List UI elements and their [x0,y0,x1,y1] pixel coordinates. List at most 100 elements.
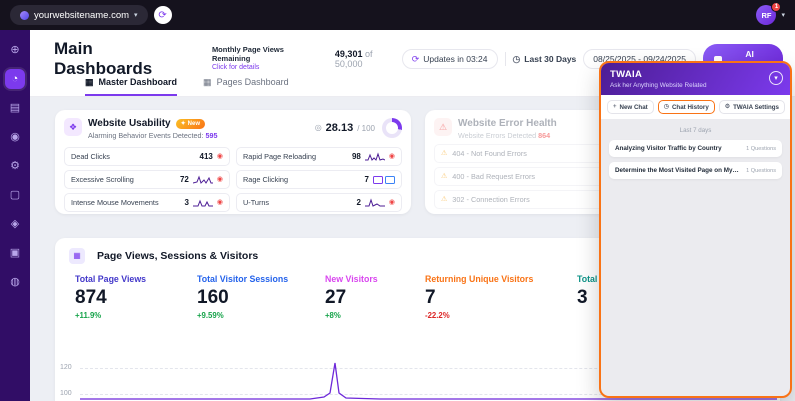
history-item-count: 1 Questions [746,168,776,174]
dashboard-tabs: ▦ Master Dashboard ▦ Pages Dashboard [85,77,289,96]
analytics-dashboard-app: yourwebsitename.com ▾ ⟳ RF 1 ▾ ⊕ ◔ ▤ ◉ ⚙… [0,0,795,401]
tab-label: New Chat [620,104,648,111]
history-period-label: Last 7 days [609,127,782,134]
metric-value: 98 [352,152,361,161]
chart-icon: ▦ [69,248,85,264]
tab-twaia-settings[interactable]: ⚙ TWAIA Settings [719,100,785,114]
stat-label: New Visitors [325,274,425,284]
usability-score: ◎ 28.13 / 100 [315,118,402,138]
session-record-icon[interactable]: ◉ [217,153,223,160]
gear-icon: ⚙ [725,104,730,110]
stat-change: +8% [325,311,425,320]
metric-label: Rapid Page Reloading [243,152,348,161]
topbar-right: RF 1 ▾ [756,5,785,25]
stat-total-visitor-sessions: Total Visitor Sessions 160 +9.59% [197,274,325,320]
stat-value: 27 [325,287,425,309]
stat-change: +11.9% [75,311,197,320]
tab-label: Master Dashboard [99,77,178,87]
sidebar-item-integrations[interactable]: ⚙ [5,156,25,176]
dashboard-tab-icon: ▦ [203,78,212,87]
usability-score-donut [382,118,402,138]
tab-label: Pages Dashboard [217,77,289,87]
usability-subtitle-text: Alarming Behavior Events Detected: [88,131,203,140]
metric-value: 413 [200,152,213,161]
assistant-tabs: + New Chat ◷ Chat History ⚙ TWAIA Settin… [601,95,790,119]
date-range-preset[interactable]: ◷ Last 30 Days [512,54,576,64]
plus-icon: + [613,104,617,110]
top-bar: yourwebsitename.com ▾ ⟳ RF 1 ▾ [0,0,795,30]
sidebar-item-heatmaps[interactable]: ▤ [5,98,25,118]
error-row-label: 302 - Connection Errors [452,195,529,204]
monthly-pageviews-value: 49,301 of 50,000 [335,49,402,69]
metric-row-u-turns[interactable]: U-Turns 2 ◉ [236,193,402,212]
history-item-count: 1 Questions [746,146,776,152]
history-item[interactable]: Determine the Most Visited Page on My We… [609,162,782,179]
metric-row-dead-clicks[interactable]: Dead Clicks 413 ◉ [64,147,230,166]
refresh-site-button[interactable]: ⟳ [154,6,172,24]
monthly-pageviews-link[interactable]: Click for details [212,64,323,72]
clock-icon: ◷ [512,55,520,64]
metric-label: U-Turns [243,198,352,207]
stat-label: Total Page Views [75,274,197,284]
refresh-icon: ⟳ [158,10,166,21]
error-subtitle-text: Website Errors Detected [458,131,536,140]
avatar[interactable]: RF 1 [756,5,776,25]
usability-subtitle: Alarming Behavior Events Detected: 595 [88,131,217,140]
site-selector[interactable]: yourwebsitename.com ▾ [10,5,148,25]
screen-icon[interactable] [385,176,395,184]
new-badge-label: New [188,121,200,127]
metric-label: Intense Mouse Movements [71,198,180,207]
add-icon[interactable]: ⊕ [5,40,25,60]
metric-row-rage-clicking[interactable]: Rage Clicking 7 [236,170,402,189]
y-axis-tick-120: 120 [60,364,72,371]
session-record-icon[interactable]: ◉ [217,199,223,206]
tab-chat-history[interactable]: ◷ Chat History [658,100,715,114]
sidebar-item-profile[interactable]: ◍ [5,272,25,292]
assistant-header: TWAIA Ask her Anything Website Related ▾ [601,63,790,95]
tab-label: TWAIA Settings [733,104,779,111]
error-row-label: 404 - Not Found Errors [452,149,527,158]
metric-label: Dead Clicks [71,152,196,161]
sidebar-item-security[interactable]: ◈ [5,214,25,234]
stat-value: 7 [425,287,577,309]
stat-change: +9.59% [197,311,325,320]
error-warning-icon: ⚠ [434,118,452,136]
tab-pages-dashboard[interactable]: ▦ Pages Dashboard [203,77,289,96]
metric-row-intense-mouse-movements[interactable]: Intense Mouse Movements 3 ◉ [64,193,230,212]
sidebar-item-dashboards[interactable]: ◔ [5,69,25,89]
session-record-icon[interactable]: ◉ [389,199,395,206]
chevron-down-icon: ▾ [134,12,138,19]
error-card-title: Website Error Health [458,118,557,129]
tab-master-dashboard[interactable]: ▦ Master Dashboard [85,77,177,96]
chevron-down-icon[interactable]: ▾ [781,12,785,19]
session-record-icon[interactable]: ◉ [389,153,395,160]
metric-row-rapid-page-reloading[interactable]: Rapid Page Reloading 98 ◉ [236,147,402,166]
error-row-label: 400 - Bad Request Errors [452,172,535,181]
stat-value: 874 [75,287,197,309]
error-card-subtitle: Website Errors Detected 864 [458,131,557,140]
session-record-icon[interactable]: ◉ [217,176,223,183]
updates-timer-pill[interactable]: ⟳ Updates in 03:24 [402,49,498,69]
tab-new-chat[interactable]: + New Chat [607,100,654,114]
sidebar-item-docs[interactable]: ▣ [5,243,25,263]
assistant-name: TWAIA [610,69,781,80]
stat-new-visitors: New Visitors 27 +8% [325,274,425,320]
sparkline-chart [193,175,213,185]
stat-change: -22.2% [425,311,577,320]
metric-label: Rage Clicking [243,175,361,184]
minimize-button[interactable]: ▾ [769,71,783,85]
new-badge: ✦ New [176,119,205,129]
video-icon[interactable] [373,176,383,184]
assistant-body: Last 7 days Analyzing Visitor Traffic by… [601,119,790,190]
usability-icon: ❖ [64,118,82,136]
stat-returning-unique-visitors: Returning Unique Visitors 7 -22.2% [425,274,577,320]
metric-row-excessive-scrolling[interactable]: Excessive Scrolling 72 ◉ [64,170,230,189]
sidebar-item-recordings[interactable]: ◉ [5,127,25,147]
assistant-tagline: Ask her Anything Website Related [610,82,781,89]
stat-value: 160 [197,287,325,309]
warning-icon: ⚠ [441,150,447,157]
history-item[interactable]: Analyzing Visitor Traffic by Country 1 Q… [609,140,782,157]
stat-total-page-views: Total Page Views 874 +11.9% [75,274,197,320]
sidebar-item-monitor[interactable]: ▢ [5,185,25,205]
monthly-pageviews-block: Monthly Page Views Remaining Click for d… [212,45,323,72]
